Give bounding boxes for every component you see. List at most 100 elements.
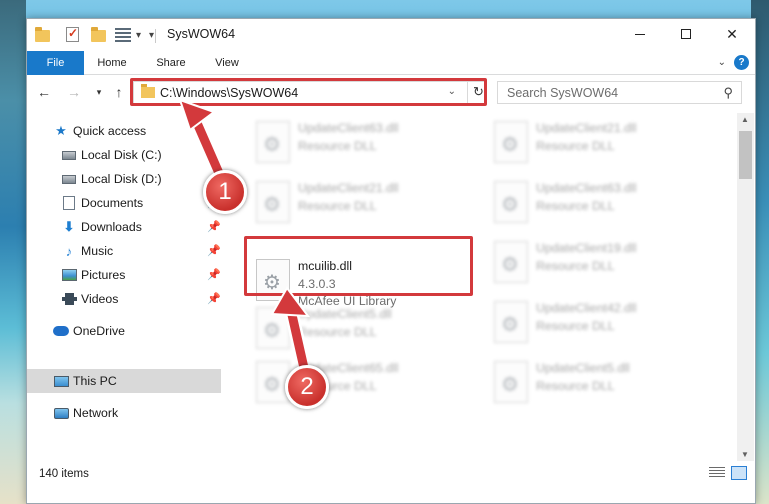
up-arrow-icon[interactable]: ↑ [111,84,127,100]
scroll-up-icon[interactable]: ▲ [741,115,749,124]
search-placeholder: Search SysWOW64 [507,86,619,100]
view-options-icon[interactable] [115,27,131,43]
file-item[interactable]: UpdateClient19.dll Resource DLL [484,235,724,291]
pin-icon[interactable]: 📌 [207,268,221,281]
dll-file-icon [494,181,528,223]
annotation-badge-2: 2 [285,365,329,409]
desktop-background-left [0,0,26,504]
file-name: UpdateClient21.dll [536,121,637,135]
hard-disk-icon [61,171,77,187]
tab-share[interactable]: Share [142,51,200,75]
file-item[interactable]: UpdateClient65.dll Resource DLL [246,355,486,411]
music-note-icon: ♪ [65,243,73,259]
file-item[interactable]: UpdateClient42.dll Resource DLL [484,295,724,351]
sidebar-item-label: Documents [81,196,144,210]
dll-file-icon [256,121,290,163]
hard-disk-icon [61,147,77,163]
dll-file-icon [256,307,290,349]
file-item[interactable]: UpdateClient5.dll Resource DLL [484,355,724,411]
sidebar-item-documents[interactable]: Documents 📌 [27,191,221,215]
sidebar-item-label: Music [81,244,114,258]
properties-icon[interactable] [65,26,81,43]
ribbon-right-controls: ⌄ ? [718,55,749,70]
file-name: UpdateClient42.dll [536,301,637,315]
pictures-icon [61,267,77,283]
folder-icon[interactable] [35,27,51,43]
window-title: SysWOW64 [167,27,236,41]
close-button[interactable]: ✕ [709,19,755,49]
forward-arrow-icon[interactable]: → [66,84,82,100]
new-folder-icon[interactable] [91,27,107,43]
details-view-icon[interactable] [709,467,725,479]
file-name: UpdateClient63.dll [298,121,399,135]
dll-file-icon [494,121,528,163]
sidebar-item-pictures[interactable]: Pictures 📌 [27,263,221,287]
file-type: Resource DLL [536,319,615,333]
back-arrow-icon[interactable]: ← [36,84,52,100]
scroll-thumb[interactable] [739,131,752,179]
file-type: Resource DLL [536,139,615,153]
scroll-down-icon[interactable]: ▼ [741,450,749,459]
ribbon-tabs: File Home Share View ⌄ ? [27,51,755,75]
tab-view[interactable]: View [202,51,252,75]
expand-ribbon-icon[interactable]: ⌄ [718,57,726,68]
dll-file-icon [256,181,290,223]
maximize-button[interactable] [663,19,709,49]
status-bar: 140 items [27,463,755,503]
file-type: Resource DLL [536,379,615,393]
sidebar-item-quick-access[interactable]: ★ Quick access [27,119,221,143]
sidebar-item-this-pc[interactable]: This PC [27,369,221,393]
annotation-badge-1: 1 [203,170,247,214]
sidebar-item-local-disk-d[interactable]: Local Disk (D:) [27,167,221,191]
customize-qat-icon[interactable]: ▾ [149,30,154,41]
file-name: UpdateClient19.dll [536,241,637,255]
close-icon: ✕ [726,25,738,42]
sidebar-item-music[interactable]: ♪ Music 📌 [27,239,221,263]
file-type: Resource DLL [536,259,615,273]
file-item[interactable]: UpdateClient21.dll Resource DLL [484,115,724,171]
navigation-pane: ★ Quick access Local Disk (C:) Local Dis… [27,113,221,463]
search-input[interactable]: Search SysWOW64 ⚲ [497,81,742,104]
tab-home[interactable]: Home [87,51,137,75]
document-icon [61,195,77,211]
minimize-button[interactable] [617,19,663,49]
file-item[interactable]: UpdateClient21.dll Resource DLL [246,175,486,231]
window-controls: ✕ [617,19,755,49]
maximize-icon [681,29,691,39]
tab-file[interactable]: File [27,51,84,75]
sidebar-item-downloads[interactable]: ⬇ Downloads 📌 [27,215,221,239]
sidebar-item-network[interactable]: Network [27,401,221,425]
item-count: 140 items [39,468,89,480]
sidebar-item-label: This PC [73,374,117,388]
sidebar-item-label: Downloads [81,220,142,234]
file-type: Resource DLL [298,199,377,213]
pin-icon[interactable]: 📌 [207,220,221,233]
recent-locations-icon[interactable]: ▾ [91,87,107,98]
file-item[interactable]: UpdateClient63.dll Resource DLL [484,175,724,231]
dll-file-icon [494,241,528,283]
file-name: UpdateClient5.dll [536,361,630,375]
network-icon [53,405,69,421]
qat-dropdown-icon[interactable]: ▾ [136,30,141,41]
help-icon[interactable]: ? [734,55,749,70]
star-icon: ★ [55,123,67,138]
pin-icon[interactable]: 📌 [207,244,221,257]
title-divider [155,29,156,43]
sidebar-item-label: Local Disk (C:) [81,148,162,162]
file-type: Resource DLL [536,199,615,213]
file-item[interactable]: UpdateClient5.dll Resource DLL [246,301,486,357]
sidebar-item-videos[interactable]: Videos 📌 [27,287,221,311]
file-name: UpdateClient63.dll [536,181,637,195]
sidebar-item-onedrive[interactable]: OneDrive [27,319,221,343]
computer-icon [53,373,69,389]
sidebar-item-local-disk-c[interactable]: Local Disk (C:) [27,143,221,167]
vertical-scrollbar[interactable]: ▲ ▼ [737,113,754,461]
sidebar-item-label: Network [73,406,119,420]
pin-icon[interactable]: 📌 [207,292,221,305]
file-name: UpdateClient21.dll [298,181,399,195]
file-type: Resource DLL [298,325,377,339]
file-item[interactable]: UpdateClient63.dll Resource DLL [246,115,486,171]
large-icons-view-icon[interactable] [731,466,747,480]
title-bar: ▾ ▾ SysWOW64 ✕ [27,19,755,51]
sidebar-item-label: Quick access [73,124,147,138]
